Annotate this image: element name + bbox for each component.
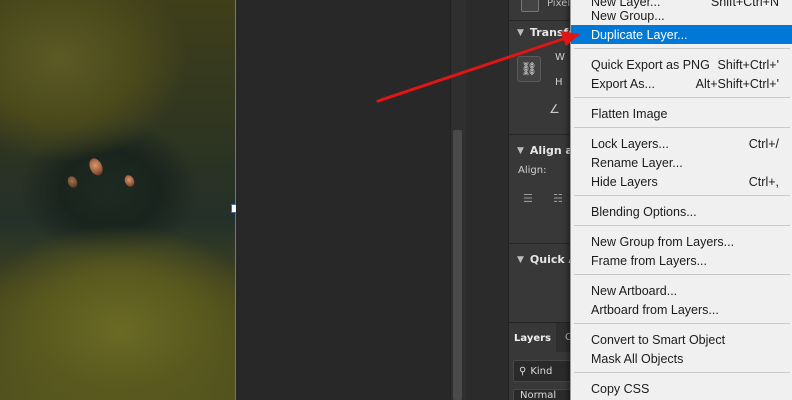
menu-item-label: New Group from Layers... [591, 234, 735, 249]
menu-item-label: Convert to Smart Object [591, 332, 726, 347]
menu-item-shortcut: Shift+Ctrl+' [717, 57, 779, 72]
menu-item-label: Frame from Layers... [591, 253, 707, 268]
pixel-layer-icon [521, 0, 539, 12]
flower-petal [65, 174, 80, 190]
menu-item-label: Quick Export as PNG [591, 57, 710, 72]
menu-separator [574, 274, 790, 275]
menu-item-artboard-from-layers[interactable]: Artboard from Layers... [571, 300, 792, 319]
menu-item-duplicate-layer[interactable]: Duplicate Layer... [571, 25, 792, 44]
tab-layers[interactable]: Layers [509, 323, 556, 353]
menu-separator [574, 323, 790, 324]
menu-separator [574, 372, 790, 373]
width-label: W [555, 52, 565, 63]
quick-actions-section-header[interactable]: ▼ Quick A [517, 253, 577, 266]
menu-item-blending-options[interactable]: Blending Options... [571, 202, 792, 221]
layer-context-menu: New Layer... Shift+Ctrl+N New Group... D… [570, 0, 792, 400]
panel-gutter [466, 0, 508, 400]
menu-item-label: Lock Layers... [591, 136, 669, 151]
menu-item-shortcut: Ctrl+, [748, 174, 779, 189]
scrollbar-thumb[interactable] [453, 130, 462, 400]
flower-petal [122, 173, 137, 189]
menu-item-label: Hide Layers [591, 174, 658, 189]
menu-item-shortcut: Alt+Shift+Ctrl+' [695, 76, 779, 91]
menu-item-hide-layers[interactable]: Hide Layers Ctrl+, [571, 172, 792, 191]
menu-item-new-group[interactable]: New Group... [571, 6, 792, 25]
menu-item-shortcut: Ctrl+/ [748, 136, 779, 151]
menu-item-new-group-from-layers[interactable]: New Group from Layers... [571, 232, 792, 251]
flower-petal [86, 156, 106, 178]
menu-item-label: New Artboard... [591, 283, 678, 298]
menu-item-label: Mask All Objects [591, 351, 684, 366]
search-icon: ⚲ [519, 365, 527, 377]
menu-item-new-artboard[interactable]: New Artboard... [571, 281, 792, 300]
chevron-down-icon: ▼ [517, 254, 524, 265]
chevron-down-icon: ▼ [517, 145, 524, 156]
menu-item-label: Duplicate Layer... [591, 27, 688, 42]
menu-item-label: Flatten Image [591, 106, 668, 121]
menu-item-frame-from-layers[interactable]: Frame from Layers... [571, 251, 792, 270]
menu-item-label: Artboard from Layers... [591, 302, 719, 317]
height-label: H [555, 77, 563, 88]
menu-item-lock-layers[interactable]: Lock Layers... Ctrl+/ [571, 134, 792, 153]
menu-separator [574, 127, 790, 128]
menu-item-label: Copy CSS [591, 381, 650, 396]
pixel-layer-label: Pixel [547, 0, 571, 9]
menu-item-rename-layer[interactable]: Rename Layer... [571, 153, 792, 172]
menu-item-label: New Group... [591, 8, 665, 23]
align-center-icon[interactable]: ☵ [553, 192, 563, 205]
layer-kind-filter[interactable]: ⚲ Kind [513, 360, 577, 382]
link-icon: ⛓ [520, 61, 538, 77]
menu-item-convert-to-smart-object[interactable]: Convert to Smart Object [571, 330, 792, 349]
menu-item-label: Rename Layer... [591, 155, 683, 170]
menu-item-label: Blending Options... [591, 204, 697, 219]
menu-separator [574, 195, 790, 196]
pasteboard [236, 0, 452, 400]
kind-label: Kind [530, 365, 553, 377]
menu-separator [574, 48, 790, 49]
angle-icon: ∠ [549, 102, 560, 116]
menu-item-label: Export As... [591, 76, 655, 91]
menu-item-flatten-image[interactable]: Flatten Image [571, 104, 792, 123]
chevron-down-icon: ▼ [517, 27, 524, 38]
menu-item-mask-all-objects[interactable]: Mask All Objects [571, 349, 792, 368]
menu-separator [574, 97, 790, 98]
canvas-image[interactable] [0, 0, 236, 400]
menu-item-export-as[interactable]: Export As... Alt+Shift+Ctrl+' [571, 74, 792, 93]
menu-item-copy-css[interactable]: Copy CSS [571, 379, 792, 398]
menu-item-quick-export-png[interactable]: Quick Export as PNG Shift+Ctrl+' [571, 55, 792, 74]
blend-mode-select[interactable]: Normal [513, 389, 577, 400]
link-dimensions-button[interactable]: ⛓ [517, 56, 541, 82]
menu-separator [574, 225, 790, 226]
align-label: Align: [518, 165, 547, 176]
align-left-icon[interactable]: ☰ [523, 192, 533, 205]
